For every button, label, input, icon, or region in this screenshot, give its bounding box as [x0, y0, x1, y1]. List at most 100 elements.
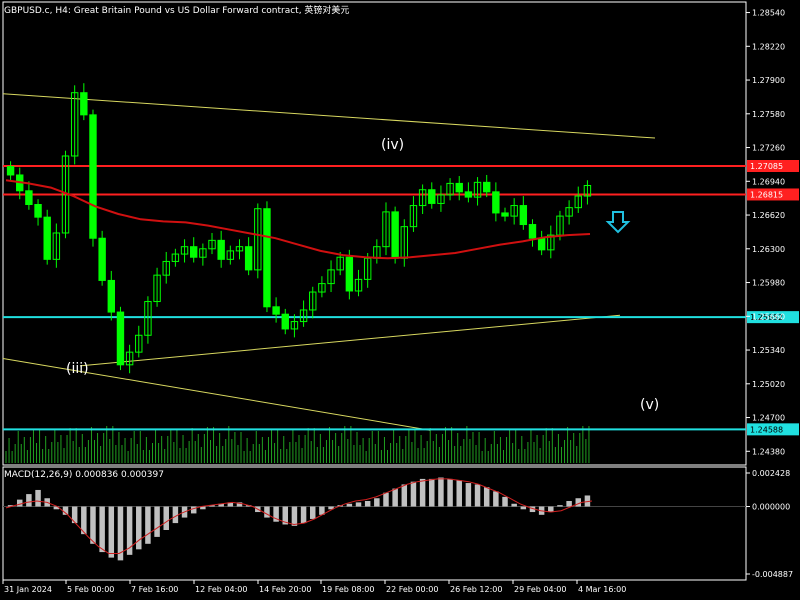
y-tick-label: 1.25340 [752, 346, 785, 355]
macd-hist-bar [291, 506, 298, 526]
candle-body [272, 306, 280, 315]
macd-hist-bar [90, 506, 96, 544]
main-panel-frame [2, 1, 747, 466]
y-tick-label: 1.26300 [752, 245, 785, 254]
volume-bars [5, 426, 590, 463]
macd-label: MACD(12,26,9) 0.000836 0.000397 [4, 470, 164, 480]
price-axis: 1.28540 1.28220 1.27900 1.27580 1.27260 1.269… [746, 9, 793, 579]
wave-iii-label: (iii) [66, 361, 89, 377]
y-tick-label: 1.24380 [752, 447, 785, 456]
candle-body [528, 224, 537, 239]
y-tick-label: 1.28540 [752, 9, 785, 18]
candle-body [43, 216, 51, 260]
macd-hist-bar [548, 506, 554, 513]
candles [6, 83, 592, 374]
macd-panel-frame [2, 466, 747, 581]
x-tick-label: 7 Feb 16:00 [131, 585, 178, 594]
y-tick-label: 1.26940 [752, 177, 785, 186]
macd-hist-bar [16, 499, 23, 507]
level-label: 1.26815 [750, 190, 783, 199]
macd-hist-bar [145, 506, 151, 544]
down-arrow-icon [605, 211, 631, 234]
x-tick-label: 31 Jan 2024 [4, 585, 52, 594]
macd-tick-label: 0.000000 [752, 503, 790, 512]
macd-panel [3, 477, 746, 561]
y-tick-label: 1.25980 [752, 279, 785, 288]
macd-hist-bar [392, 488, 398, 507]
candle-body [189, 246, 198, 258]
candle-body [25, 190, 33, 205]
y-tick-label: 1.27580 [752, 110, 785, 119]
macd-hist-bar [154, 506, 160, 537]
x-tick-label: 4 Mar 16:00 [578, 585, 626, 594]
macd-hist-bar [300, 506, 307, 524]
macd-hist-bar [410, 481, 417, 507]
candle-body [34, 203, 42, 218]
trading-chart: 1.270851.268151.256521.24588 1.285401.28… [2, 1, 799, 594]
candle-body [455, 182, 463, 193]
macd-hist-bar [483, 487, 490, 507]
candle-body [80, 92, 88, 116]
level-label: 1.27085 [750, 162, 783, 171]
macd-hist-bar [456, 480, 462, 507]
candle-body [391, 211, 399, 259]
x-tick-label: 19 Feb 08:00 [322, 585, 374, 594]
y-tick-label: 1.28220 [752, 42, 785, 51]
macd-hist-bar [99, 506, 105, 553]
macd-hist-bar [264, 506, 270, 518]
candle-body [107, 279, 116, 313]
y-tick-label: 1.24700 [752, 414, 785, 423]
x-tick-label: 29 Feb 04:00 [514, 585, 566, 594]
macd-hist-bar [108, 506, 115, 558]
macd-hist-bar [163, 506, 169, 530]
macd-hist-bar [419, 478, 426, 507]
x-tick-label: 5 Feb 00:00 [67, 585, 114, 594]
macd-hist-bar [520, 506, 527, 510]
macd-hist-bar [364, 501, 371, 507]
candle-body [281, 313, 289, 330]
y-tick-label: 1.25020 [752, 380, 785, 389]
macd-hist-bar [136, 506, 142, 550]
macd-tick-label: -0.004887 [752, 570, 793, 579]
level-label: 1.24588 [750, 425, 783, 434]
candle-body [89, 114, 97, 239]
candle-body [519, 205, 528, 226]
chart-title: GBPUSD.c, H4: Great Britain Pound vs US … [4, 6, 350, 16]
macd-hist-bar [566, 501, 572, 507]
macd-hist-bar [401, 484, 408, 507]
candle-body [492, 191, 500, 214]
macd-hist-bar [465, 483, 472, 507]
macd-hist-bar [309, 506, 316, 519]
candle-body [217, 239, 225, 260]
candle-body [263, 208, 271, 308]
x-tick-label: 26 Feb 12:00 [450, 585, 502, 594]
macd-hist-bar [438, 477, 444, 507]
macd-hist-bar [447, 478, 453, 507]
candle-body [6, 166, 15, 176]
candle-body [244, 246, 253, 271]
trendline [79, 314, 621, 367]
candle-body [345, 256, 354, 292]
time-axis: 31 Jan 2024 5 Feb 00:00 7 Feb 16:00 12 Feb … [2, 580, 626, 594]
macd-hist-bar [557, 505, 563, 507]
candle-body [98, 237, 106, 281]
macd-hist-bar [575, 498, 582, 507]
macd-hist-bar [474, 484, 481, 507]
x-tick-label: 22 Feb 00:00 [386, 585, 438, 594]
macd-hist-bar [429, 478, 435, 507]
macd-tick-label: 0.002428 [752, 469, 790, 478]
candle-body [482, 181, 491, 193]
candle-body [464, 191, 473, 198]
candle-body [501, 212, 509, 217]
x-tick-label: 12 Feb 04:00 [195, 585, 247, 594]
y-tick-label: 1.25660 [752, 312, 785, 321]
price-levels: 1.270851.268151.256521.24588 [3, 160, 799, 436]
macd-hist-bar [502, 496, 508, 507]
macd-hist-bar [383, 492, 389, 507]
wave-v-label: (v) [640, 397, 659, 413]
macd-hist-bar [374, 498, 380, 507]
y-tick-label: 1.27900 [752, 76, 785, 85]
macd-hist-bar [346, 503, 353, 507]
macd-hist-bar [35, 489, 41, 507]
x-tick-label: 14 Feb 20:00 [259, 585, 311, 594]
